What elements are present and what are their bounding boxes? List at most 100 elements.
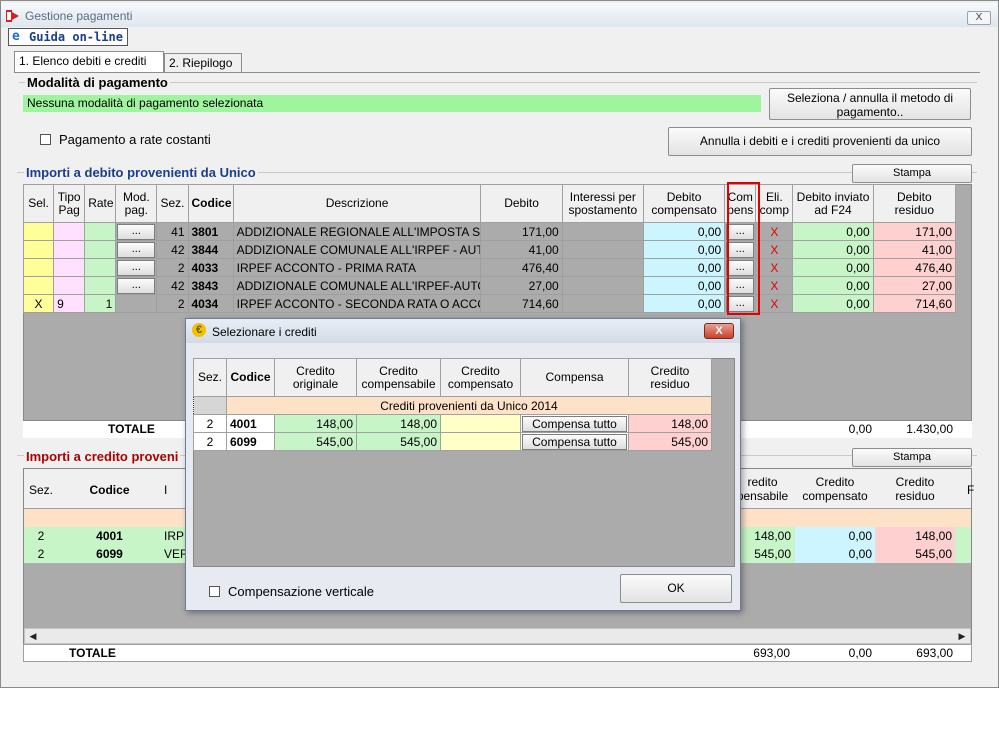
cell-interessi: [561, 276, 644, 295]
tab-elenco[interactable]: 1. Elenco debiti e crediti: [14, 51, 164, 73]
dlg-cell-compensato[interactable]: [440, 414, 521, 433]
credit-cell-residuo: 545,00: [875, 545, 955, 563]
debit-total-label: TOTALE: [108, 422, 155, 436]
scroll-right-icon[interactable]: ▶: [954, 629, 970, 643]
cell-tipo[interactable]: [53, 222, 86, 241]
select-payment-method-button[interactable]: Seleziona / annulla il metodo di pagamen…: [769, 88, 971, 120]
mod-pag-button[interactable]: ...: [117, 241, 156, 258]
cell-sel[interactable]: [22, 258, 55, 277]
credit-cell-compensato: 0,00: [795, 527, 875, 545]
debit-total-residuo: 1.430,00: [906, 422, 953, 436]
cell-tipo[interactable]: [53, 240, 86, 259]
cell-sel[interactable]: [22, 222, 55, 241]
cell-rate[interactable]: [84, 276, 117, 295]
col-sel: Sel.: [22, 184, 55, 223]
scroll-left-icon[interactable]: ◀: [25, 629, 41, 643]
cell-tipo[interactable]: [53, 258, 86, 277]
credit-horizontal-scrollbar[interactable]: ◀ ▶: [24, 628, 971, 644]
dlg-cell-compensato[interactable]: [440, 432, 521, 451]
tab-panel-border: [14, 72, 980, 73]
compensa-tutto-button[interactable]: Compensa tutto: [522, 433, 627, 450]
compensazione-verticale-checkbox[interactable]: [209, 586, 220, 597]
eli-comp-x[interactable]: X: [755, 294, 794, 313]
dlg-cell-compensa: Compensa tutto: [520, 432, 629, 451]
compensazione-verticale-label: Compensazione verticale: [228, 584, 374, 599]
rate-costanti-checkbox[interactable]: [40, 134, 51, 145]
cell-debito: 41,00: [480, 240, 563, 259]
dlg-cell-originale: 148,00: [274, 414, 357, 433]
dlg-col-compensabile: Credito compensabile: [356, 358, 441, 397]
cell-rate[interactable]: [84, 240, 117, 259]
cell-tipo[interactable]: [53, 276, 86, 295]
eli-comp-x[interactable]: X: [755, 222, 794, 241]
mod-pag-button[interactable]: ...: [117, 259, 156, 276]
cell-residuo: 476,40: [872, 258, 957, 277]
credit-stampa-button[interactable]: Stampa: [852, 448, 972, 467]
dlg-cell-sez: 2: [193, 414, 227, 433]
eli-comp-x[interactable]: X: [755, 258, 794, 277]
dlg-cell-residuo: 148,00: [628, 414, 712, 433]
annulla-debiti-crediti-button[interactable]: Annulla i debiti e i crediti provenienti…: [668, 127, 972, 156]
cell-tipo[interactable]: 9: [53, 294, 86, 313]
cell-sel[interactable]: X: [22, 294, 55, 313]
dlg-cell-compensabile: 545,00: [356, 432, 441, 451]
cell-sez: 42: [156, 240, 189, 259]
cell-codice: 4034: [187, 294, 234, 313]
table-row[interactable]: ... 42 3843 ADDIZIONALE COMUNALE ALL'IRP…: [22, 276, 957, 295]
col-eli-comp: Eli. comp: [755, 184, 794, 223]
cell-rate[interactable]: 1: [84, 294, 117, 313]
credit-cell-codice: 4001: [96, 529, 123, 543]
cell-descrizione: ADDIZIONALE COMUNALE ALL'IRPEF - AUTO: [232, 240, 482, 259]
internet-explorer-icon: e: [12, 29, 20, 44]
cell-mod: ...: [115, 276, 158, 295]
table-row[interactable]: X 9 1 2 4034 IRPEF ACCONTO - SECONDA RAT…: [22, 294, 957, 313]
col-debito-compensato: Debito compensato: [642, 184, 726, 223]
dlg-col-sez: Sez.: [193, 358, 227, 397]
debit-stampa-button[interactable]: Stampa: [852, 164, 972, 183]
eli-comp-x[interactable]: X: [755, 240, 794, 259]
cell-codice: 3801: [187, 222, 234, 241]
cell-sez: 41: [156, 222, 189, 241]
credit-total-compensato: 0,00: [848, 646, 872, 660]
table-row[interactable]: 2 4001 148,00 148,00 Compensa tutto 148,…: [193, 414, 712, 433]
cell-debito: 171,00: [480, 222, 563, 241]
guida-online-label: Guida on-line: [29, 30, 123, 44]
guida-online-button[interactable]: e Guida on-line: [8, 28, 128, 46]
tab-riepilogo[interactable]: 2. Riepilogo: [164, 53, 242, 73]
mod-pag-button[interactable]: ...: [117, 277, 156, 294]
cell-sel[interactable]: [22, 276, 55, 295]
cell-rate[interactable]: [84, 258, 117, 277]
table-row[interactable]: 2 6099 545,00 545,00 Compensa tutto 545,…: [193, 432, 712, 451]
credit-cell-compensabile: 148,00: [754, 529, 791, 543]
mod-pag-button[interactable]: ...: [117, 223, 156, 240]
cell-mod: ...: [115, 222, 158, 241]
dlg-col-originale: Credito originale: [274, 358, 357, 397]
euro-icon: €: [192, 323, 206, 337]
cell-rate[interactable]: [84, 222, 117, 241]
compensa-tutto-button[interactable]: Compensa tutto: [522, 415, 627, 432]
col-debito-inviato: Debito inviato ad F24: [792, 184, 874, 223]
credit-total-label: TOTALE: [69, 646, 116, 660]
cell-debito: 476,40: [480, 258, 563, 277]
col-descrizione: Descrizione: [232, 184, 482, 223]
cell-residuo: 41,00: [872, 240, 957, 259]
col-debito: Debito: [480, 184, 563, 223]
col-mod-pag: Mod. pag.: [115, 184, 158, 223]
cell-sez: 42: [156, 276, 189, 295]
dlg-col-compensa: Compensa: [520, 358, 629, 397]
dialog-close-button[interactable]: X: [704, 323, 734, 339]
cell-residuo: 171,00: [872, 222, 957, 241]
group-row-selector[interactable]: [193, 396, 227, 415]
cell-sel[interactable]: [22, 240, 55, 259]
eli-comp-x[interactable]: X: [755, 276, 794, 295]
ok-button[interactable]: OK: [620, 574, 732, 603]
window-close-button[interactable]: X: [967, 11, 991, 25]
dlg-col-compensato: Credito compensato: [440, 358, 521, 397]
table-row[interactable]: ... 2 4033 IRPEF ACCONTO - PRIMA RATA 47…: [22, 258, 957, 277]
cell-debito: 27,00: [480, 276, 563, 295]
credit-col-extra: F: [967, 483, 975, 497]
table-row[interactable]: ... 41 3801 ADDIZIONALE REGIONALE ALL'IM…: [22, 222, 957, 241]
table-row[interactable]: ... 42 3844 ADDIZIONALE COMUNALE ALL'IRP…: [22, 240, 957, 259]
credit-cell-sez: 2: [37, 547, 45, 561]
cell-inviato: 0,00: [792, 222, 874, 241]
